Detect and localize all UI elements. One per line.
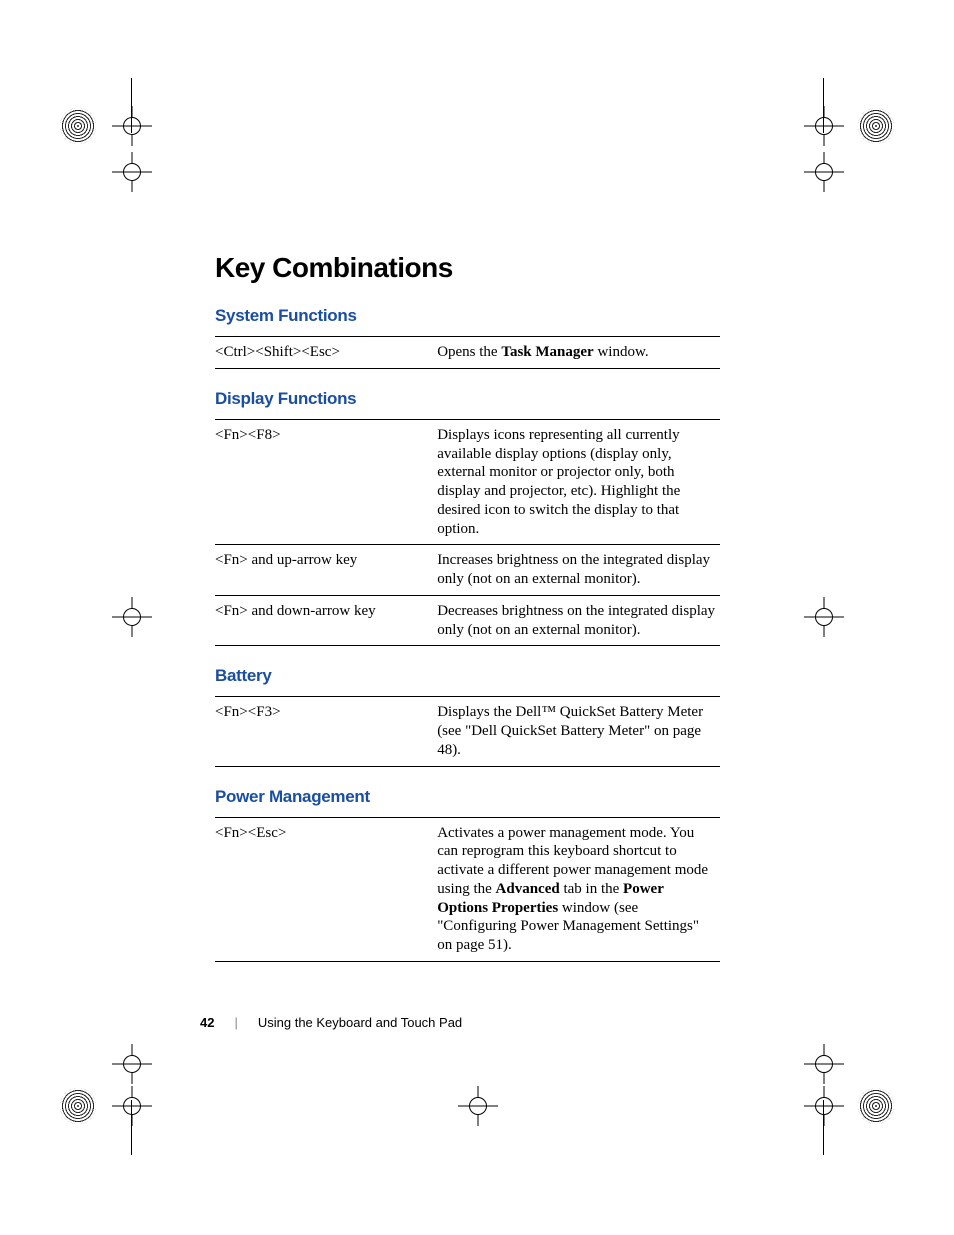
footer-section-title: Using the Keyboard and Touch Pad — [258, 1015, 462, 1030]
table-row: <Fn><F8> Displays icons representing all… — [215, 419, 720, 545]
desc-cell: Increases brightness on the integrated d… — [437, 545, 720, 596]
section-heading-power: Power Management — [215, 787, 720, 807]
crop-mark-icon — [810, 158, 838, 186]
section-heading-battery: Battery — [215, 666, 720, 686]
page-content: Key Combinations System Functions <Ctrl>… — [215, 252, 720, 982]
registration-mark-icon — [60, 108, 96, 144]
display-functions-table: <Fn><F8> Displays icons representing all… — [215, 419, 720, 647]
footer-separator: | — [234, 1015, 237, 1030]
registration-mark-icon — [858, 108, 894, 144]
table-row: <Fn><Esc> Activates a power management m… — [215, 817, 720, 961]
section-heading-system: System Functions — [215, 306, 720, 326]
crop-mark-icon — [118, 112, 146, 140]
section-heading-display: Display Functions — [215, 389, 720, 409]
key-cell: <Fn> and up-arrow key — [215, 545, 437, 596]
desc-cell: Displays the Dell™ QuickSet Battery Mete… — [437, 697, 720, 766]
key-cell: <Ctrl><Shift><Esc> — [215, 337, 437, 369]
key-cell: <Fn> and down-arrow key — [215, 595, 437, 646]
table-row: <Ctrl><Shift><Esc> Opens the Task Manage… — [215, 337, 720, 369]
power-management-table: <Fn><Esc> Activates a power management m… — [215, 817, 720, 962]
desc-cell: Displays icons representing all currentl… — [437, 419, 720, 545]
page-title: Key Combinations — [215, 252, 720, 284]
key-cell: <Fn><F3> — [215, 697, 437, 766]
crop-mark-icon — [464, 1092, 492, 1120]
crop-line — [131, 1100, 132, 1155]
desc-cell: Decreases brightness on the integrated d… — [437, 595, 720, 646]
key-cell: <Fn><Esc> — [215, 817, 437, 961]
crop-line — [823, 1100, 824, 1155]
crop-mark-icon — [810, 112, 838, 140]
crop-mark-icon — [810, 603, 838, 631]
battery-table: <Fn><F3> Displays the Dell™ QuickSet Bat… — [215, 696, 720, 766]
system-functions-table: <Ctrl><Shift><Esc> Opens the Task Manage… — [215, 336, 720, 369]
crop-line — [131, 78, 132, 133]
table-row: <Fn> and up-arrow key Increases brightne… — [215, 545, 720, 596]
key-cell: <Fn><F8> — [215, 419, 437, 545]
crop-mark-icon — [118, 1092, 146, 1120]
crop-line — [823, 78, 824, 133]
page-footer: 42 | Using the Keyboard and Touch Pad — [200, 1015, 462, 1030]
page-number: 42 — [200, 1015, 214, 1030]
desc-cell: Opens the Task Manager window. — [437, 337, 720, 369]
crop-mark-icon — [118, 1050, 146, 1078]
desc-cell: Activates a power management mode. You c… — [437, 817, 720, 961]
table-row: <Fn><F3> Displays the Dell™ QuickSet Bat… — [215, 697, 720, 766]
registration-mark-icon — [60, 1088, 96, 1124]
crop-mark-icon — [810, 1050, 838, 1078]
crop-mark-icon — [118, 158, 146, 186]
crop-mark-icon — [810, 1092, 838, 1120]
crop-mark-icon — [118, 603, 146, 631]
registration-mark-icon — [858, 1088, 894, 1124]
table-row: <Fn> and down-arrow key Decreases bright… — [215, 595, 720, 646]
